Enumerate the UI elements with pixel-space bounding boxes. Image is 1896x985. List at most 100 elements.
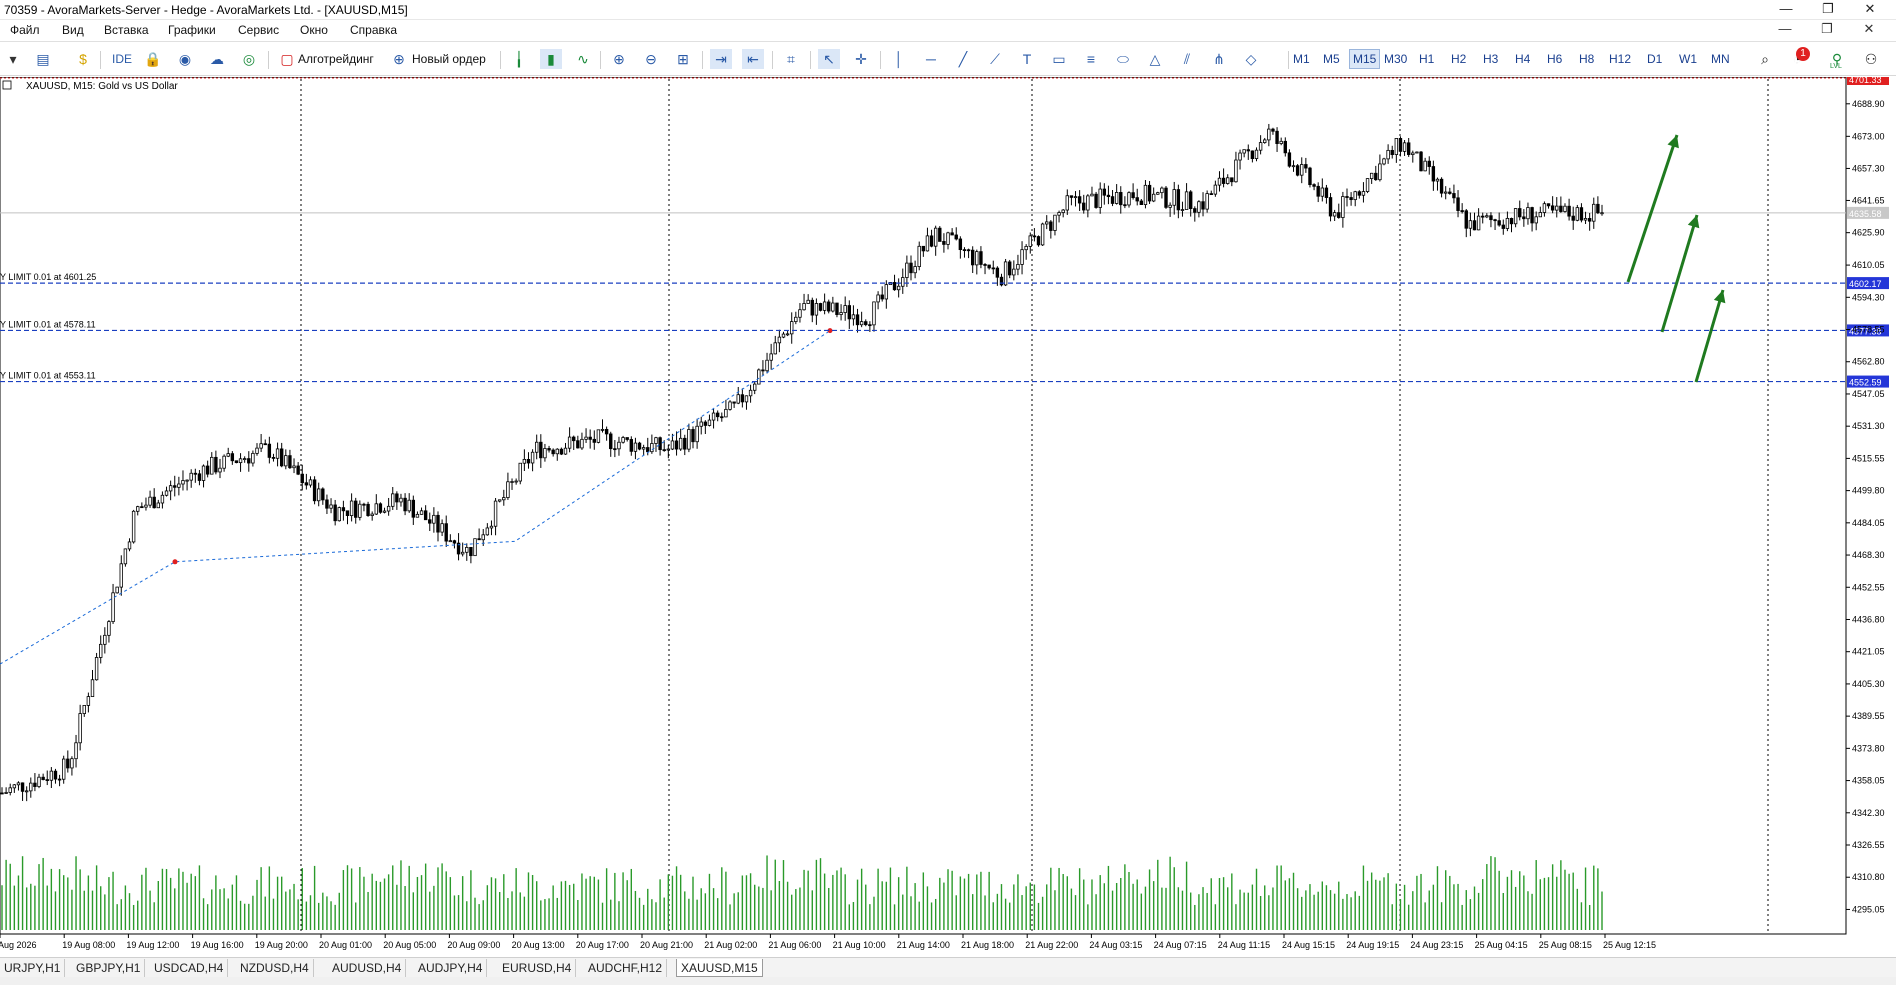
timeframe-m15[interactable]: M15 <box>1349 49 1381 69</box>
candle-body <box>201 465 206 481</box>
candle-body <box>1390 149 1394 155</box>
menu-tools[interactable]: Сервис <box>238 23 279 37</box>
zoom-out-icon[interactable]: ⊖ <box>640 49 662 69</box>
search-icon[interactable]: ⌕ <box>1754 49 1776 69</box>
lock-icon[interactable]: 🔒 <box>142 49 164 69</box>
trendline-icon[interactable]: ╱ <box>952 49 974 69</box>
minimize-button[interactable]: — <box>1770 0 1802 20</box>
vertical-line-icon[interactable]: │ <box>888 49 910 69</box>
timeframe-m5[interactable]: M5 <box>1320 49 1343 69</box>
screenshot-icon[interactable]: ⌗ <box>780 49 802 69</box>
candle-body <box>933 227 938 247</box>
maximize-button[interactable]: ❐ <box>1812 0 1844 20</box>
algotrading-button[interactable]: Алготрейдинг <box>298 50 374 70</box>
timeframe-h4[interactable]: H4 <box>1512 49 1533 69</box>
chart-tab-audusd-h4[interactable]: AUDUSD,H4 <box>328 959 407 977</box>
grid-icon[interactable]: ⊞ <box>672 49 694 69</box>
child-minimize-button[interactable]: — <box>1770 20 1800 40</box>
cursor-icon[interactable]: ↖ <box>818 49 840 69</box>
candle-body <box>370 513 374 516</box>
fibonacci-icon[interactable]: ≡ <box>1080 49 1102 69</box>
ellipse-icon[interactable]: ⬭ <box>1112 49 1134 69</box>
timeframe-h2[interactable]: H2 <box>1448 49 1469 69</box>
candle-body <box>1127 192 1131 206</box>
candle-body <box>1341 196 1345 218</box>
timeframe-h6[interactable]: H6 <box>1544 49 1565 69</box>
chart-tab-urjpy-h1[interactable]: URJPY,H1 <box>0 959 66 977</box>
menu-help[interactable]: Справка <box>350 23 397 37</box>
timeframe-m1[interactable]: M1 <box>1290 49 1313 69</box>
shapes-icon[interactable]: ◇ <box>1240 49 1262 69</box>
timeframe-d1[interactable]: D1 <box>1644 49 1665 69</box>
candle-body <box>991 267 995 270</box>
candle-body <box>1032 235 1037 238</box>
chart-tab-xauusd-m15[interactable]: XAUUSD,M15 <box>676 959 763 977</box>
autoscroll-icon[interactable]: ⇥ <box>710 49 732 69</box>
rectangle-icon[interactable]: ▭ <box>1048 49 1070 69</box>
timeframe-h8[interactable]: H8 <box>1576 49 1597 69</box>
candle-body <box>1460 210 1464 212</box>
timeframe-w1[interactable]: W1 <box>1676 49 1700 69</box>
timeframe-h3[interactable]: H3 <box>1480 49 1501 69</box>
candle-body <box>847 305 852 320</box>
timeframe-h12[interactable]: H12 <box>1606 49 1634 69</box>
time-axis-label: 21 Aug 14:00 <box>897 940 950 950</box>
candle-body <box>1518 208 1522 218</box>
new-order-button[interactable]: Новый ордер <box>412 50 486 70</box>
menu-window[interactable]: Окно <box>300 23 328 37</box>
menu-view[interactable]: Вид <box>62 23 84 37</box>
candle-body <box>1575 207 1580 221</box>
chart-tab-audjpy-h4[interactable]: AUDJPY,H4 <box>414 959 488 977</box>
timeframe-h1[interactable]: H1 <box>1416 49 1437 69</box>
chart-tab-gbpjpy-h1[interactable]: GBPJPY,H1 <box>72 959 146 977</box>
candle-body <box>432 514 436 524</box>
new-chart-icon[interactable]: ▤ <box>32 49 54 69</box>
account-icon[interactable]: ⚇ <box>1860 49 1882 69</box>
chart-tab-eurusd-h4[interactable]: EURUSD,H4 <box>498 959 577 977</box>
market-watch-icon[interactable]: $ <box>72 49 94 69</box>
chart-tab-audchf-h12[interactable]: AUDCHF,H12 <box>584 959 668 977</box>
price-chart[interactable]: Y LIMIT 0.01 at 4601.25 4602.17 Y LIMIT 0.… <box>0 73 1896 957</box>
trendline-angle-icon[interactable]: ⟋ <box>984 49 1006 69</box>
candle-body <box>773 342 777 355</box>
candle-body <box>748 389 753 397</box>
candle-body <box>831 302 835 312</box>
line-chart-icon[interactable]: ∿ <box>572 49 594 69</box>
chart-window[interactable]: Y LIMIT 0.01 at 4601.25 4602.17 Y LIMIT 0.… <box>0 73 1896 957</box>
candle-body <box>1583 218 1588 221</box>
candle-body <box>999 276 1004 286</box>
vps-icon[interactable]: ◎ <box>238 49 260 69</box>
horizontal-line-icon[interactable]: ─ <box>920 49 942 69</box>
text-icon[interactable]: T <box>1016 49 1038 69</box>
chart-shift-icon[interactable]: ⇤ <box>742 49 764 69</box>
menu-insert[interactable]: Вставка <box>104 23 149 37</box>
child-close-button[interactable]: ✕ <box>1854 20 1884 40</box>
crosshair-icon[interactable]: ✛ <box>850 49 872 69</box>
candle-body <box>617 441 621 450</box>
candle-body <box>205 465 210 475</box>
bar-chart-icon[interactable]: ╽ <box>508 49 530 69</box>
pitchfork-icon[interactable]: ⋔ <box>1208 49 1230 69</box>
timeframe-m30[interactable]: M30 <box>1381 49 1410 69</box>
timeframe-mn[interactable]: MN <box>1708 49 1733 69</box>
candlestick-chart-icon[interactable]: ▮ <box>540 49 562 69</box>
chart-tab-usdcad-h4[interactable]: USDCAD,H4 <box>150 959 229 977</box>
candle-body <box>0 792 4 795</box>
menu-charts[interactable]: Графики <box>168 23 216 37</box>
candle-body <box>1439 178 1444 194</box>
ide-button[interactable]: IDE <box>112 50 132 70</box>
menu-file[interactable]: Файл <box>10 23 40 37</box>
signal-icon[interactable]: ◉ <box>174 49 196 69</box>
child-restore-button[interactable]: ❐ <box>1812 20 1842 40</box>
chart-tab-nzdusd-h4[interactable]: NZDUSD,H4 <box>236 959 314 977</box>
dropdown-arrow-icon[interactable]: ▾ <box>2 49 24 69</box>
cloud-icon[interactable]: ☁ <box>206 49 228 69</box>
candle-body <box>695 425 699 443</box>
triangle-icon[interactable]: △ <box>1144 49 1166 69</box>
candle-body <box>740 394 745 403</box>
close-button[interactable]: ✕ <box>1854 0 1886 20</box>
zoom-in-icon[interactable]: ⊕ <box>608 49 630 69</box>
channel-icon[interactable]: ⫽ <box>1176 49 1198 69</box>
candle-body <box>917 245 921 267</box>
candle-body <box>1156 192 1160 195</box>
